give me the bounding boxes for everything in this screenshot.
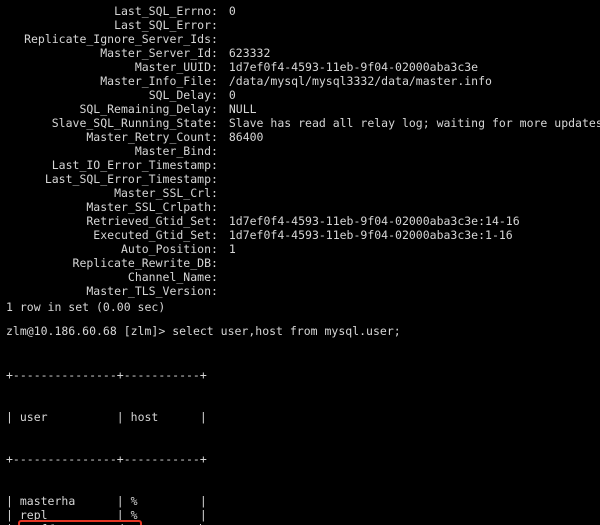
- cell-host: %: [131, 494, 200, 508]
- colon: :: [211, 102, 229, 116]
- colon: :: [211, 200, 229, 214]
- status-value: NULL: [229, 102, 257, 116]
- highlighted-row: repl1 | %: [18, 520, 142, 525]
- status-row: Replicate_Rewrite_DB:: [6, 256, 594, 270]
- status-row: Master_SSL_Crlpath:: [6, 200, 594, 214]
- status-label: Executed_Gtid_Set: [6, 228, 211, 242]
- mysql-prompt-line[interactable]: zlm@10.186.60.68 [zlm]> select user,host…: [6, 324, 594, 338]
- colon: :: [211, 172, 229, 186]
- colon: :: [211, 74, 229, 88]
- status-row: Last_SQL_Error:: [6, 18, 594, 32]
- status-label: Last_SQL_Error: [6, 18, 211, 32]
- colon: :: [211, 228, 229, 242]
- status-row: Last_SQL_Errno: 0: [6, 4, 594, 18]
- status-row: Last_SQL_Error_Timestamp:: [6, 172, 594, 186]
- status-label: Channel_Name: [6, 270, 211, 284]
- status-value: 0: [229, 88, 236, 102]
- status-value: 1d7ef0f4-4593-11eb-9f04-02000aba3c3e: [229, 60, 478, 74]
- status-value: /data/mysql/mysql3332/data/master.info: [229, 74, 492, 88]
- status-label: Master_Bind: [6, 144, 211, 158]
- status-row: Master_Retry_Count: 86400: [6, 130, 594, 144]
- status-row: Executed_Gtid_Set: 1d7ef0f4-4593-11eb-9f…: [6, 228, 594, 242]
- status-label: Replicate_Ignore_Server_Ids: [6, 32, 211, 46]
- status-row: Master_Info_File: /data/mysql/mysql3332/…: [6, 74, 594, 88]
- status-label: Retrieved_Gtid_Set: [6, 214, 211, 228]
- status-row: Last_IO_Error_Timestamp:: [6, 158, 594, 172]
- status-row: Master_Server_Id: 623332: [6, 46, 594, 60]
- status-label: Last_SQL_Errno: [6, 4, 211, 18]
- status-label: Master_SSL_Crl: [6, 186, 211, 200]
- status-label: Last_SQL_Error_Timestamp: [6, 172, 211, 186]
- colon: :: [211, 130, 229, 144]
- status-row: Master_UUID: 1d7ef0f4-4593-11eb-9f04-020…: [6, 60, 594, 74]
- status-label: Master_TLS_Version: [6, 284, 211, 298]
- status-label: Master_Server_Id: [6, 46, 211, 60]
- th-host: host: [131, 410, 200, 424]
- status-row: Replicate_Ignore_Server_Ids:: [6, 32, 594, 46]
- mysql-prompt: zlm@10.186.60.68 [zlm]>: [6, 324, 165, 338]
- status-label: Slave_SQL_Running_State: [6, 116, 211, 130]
- cell-user: masterha: [20, 494, 117, 508]
- status-value: 0: [229, 4, 236, 18]
- status-value: 1: [229, 242, 236, 256]
- status-row: Slave_SQL_Running_State: Slave has read …: [6, 116, 594, 130]
- colon: :: [211, 284, 229, 298]
- status-label: Master_UUID: [6, 60, 211, 74]
- status-row-count: 1 row in set (0.00 sec): [6, 300, 594, 314]
- colon: :: [211, 18, 229, 32]
- status-row: Auto_Position: 1: [6, 242, 594, 256]
- status-value: 623332: [229, 46, 271, 60]
- colon: :: [211, 46, 229, 60]
- status-label: Master_Retry_Count: [6, 130, 211, 144]
- status-row: Master_TLS_Version:: [6, 284, 594, 298]
- table-row: | masterha | % |: [6, 494, 594, 508]
- colon: :: [211, 88, 229, 102]
- th-user: user: [20, 410, 117, 424]
- status-row: SQL_Delay: 0: [6, 88, 594, 102]
- status-label: SQL_Delay: [6, 88, 211, 102]
- colon: :: [211, 144, 229, 158]
- colon: :: [211, 214, 229, 228]
- status-label: Master_SSL_Crlpath: [6, 200, 211, 214]
- colon: :: [211, 270, 229, 284]
- status-row: Channel_Name:: [6, 270, 594, 284]
- colon: :: [211, 256, 229, 270]
- status-value: 86400: [229, 130, 264, 144]
- table-body: | masterha | % || repl | % || repl1 | % …: [6, 494, 594, 525]
- slave-status-output: Last_SQL_Errno: 0Last_SQL_Error: Replica…: [6, 4, 594, 298]
- colon: :: [211, 4, 229, 18]
- sql-command: select user,host from mysql.user;: [172, 324, 400, 338]
- colon: :: [211, 116, 229, 130]
- colon: :: [211, 242, 229, 256]
- query-result-table: +---------------+-----------+ | user| ho…: [6, 340, 594, 525]
- status-row: SQL_Remaining_Delay: NULL: [6, 102, 594, 116]
- status-label: Master_Info_File: [6, 74, 211, 88]
- status-label: SQL_Remaining_Delay: [6, 102, 211, 116]
- status-label: Auto_Position: [6, 242, 211, 256]
- status-value: Slave has read all relay log; waiting fo…: [229, 116, 600, 130]
- status-value: 1d7ef0f4-4593-11eb-9f04-02000aba3c3e:1-1…: [229, 228, 513, 242]
- status-value: 1d7ef0f4-4593-11eb-9f04-02000aba3c3e:14-…: [229, 214, 520, 228]
- status-row: Retrieved_Gtid_Set: 1d7ef0f4-4593-11eb-9…: [6, 214, 594, 228]
- colon: :: [211, 158, 229, 172]
- table-header-row: | user| host|: [6, 410, 594, 424]
- status-label: Replicate_Rewrite_DB: [6, 256, 211, 270]
- table-separator: +---------------+-----------+: [6, 452, 594, 466]
- colon: :: [211, 32, 229, 46]
- status-row: Master_SSL_Crl:: [6, 186, 594, 200]
- colon: :: [211, 186, 229, 200]
- table-separator: +---------------+-----------+: [6, 368, 594, 382]
- status-label: Last_IO_Error_Timestamp: [6, 158, 211, 172]
- status-row: Master_Bind:: [6, 144, 594, 158]
- colon: :: [211, 60, 229, 74]
